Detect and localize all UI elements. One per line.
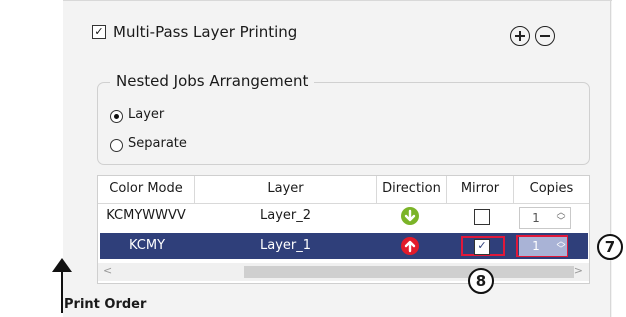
add-layer-button[interactable]: [510, 26, 530, 46]
multipass-checkbox[interactable]: ✓: [92, 25, 106, 39]
copies-value: 1: [532, 239, 540, 253]
print-order-arrow: [61, 270, 63, 313]
horizontal-scrollbar[interactable]: < >: [98, 263, 589, 281]
radio-separate-label: Separate: [128, 136, 187, 151]
header-direction[interactable]: Direction: [377, 176, 447, 204]
scroll-right-icon[interactable]: >: [574, 264, 583, 277]
copies-stepper[interactable]: 1 ︿ ﹀: [519, 237, 567, 256]
mirror-checkbox-checked[interactable]: ✓: [474, 239, 490, 255]
cell-layer: Layer_1: [259, 238, 312, 253]
scrollbar-thumb[interactable]: [244, 266, 574, 278]
header-mirror[interactable]: Mirror: [447, 176, 514, 204]
direction-up-icon[interactable]: [401, 237, 419, 255]
print-order-label: Print Order: [64, 297, 147, 312]
radio-layer-label: Layer: [128, 107, 165, 122]
table-row-selected[interactable]: KCMY Layer_1 ✓ 1 ︿ ﹀: [100, 233, 588, 259]
layer-table: Color Mode Layer Direction Mirror Copies…: [97, 175, 590, 284]
cell-color-mode: KCMY: [128, 238, 166, 253]
direction-down-icon[interactable]: [401, 207, 419, 225]
panel-divider: [63, 0, 612, 1]
header-layer[interactable]: Layer: [195, 176, 377, 204]
radio-layer[interactable]: [110, 110, 123, 123]
chevron-down-icon[interactable]: ﹀: [556, 218, 566, 227]
multipass-label: Multi-Pass Layer Printing: [113, 23, 298, 41]
radio-separate[interactable]: [110, 139, 123, 152]
callout-7: 7: [597, 234, 623, 260]
nested-jobs-title: Nested Jobs Arrangement: [110, 72, 315, 90]
remove-layer-button[interactable]: [535, 26, 555, 46]
copies-value: 1: [532, 211, 540, 225]
header-copies[interactable]: Copies: [514, 176, 589, 204]
header-color-mode[interactable]: Color Mode: [98, 176, 195, 204]
callout-8: 8: [468, 268, 494, 294]
panel-edge: [610, 0, 611, 317]
copies-stepper[interactable]: 1 ︿ ﹀: [519, 207, 571, 229]
scroll-left-icon[interactable]: <: [103, 264, 112, 277]
cell-color-mode: KCMYWWVV: [106, 208, 186, 223]
nested-jobs-group: [97, 82, 590, 165]
mirror-checkbox[interactable]: [474, 209, 490, 225]
cell-layer: Layer_2: [259, 208, 312, 223]
chevron-down-icon[interactable]: ﹀: [556, 246, 566, 255]
